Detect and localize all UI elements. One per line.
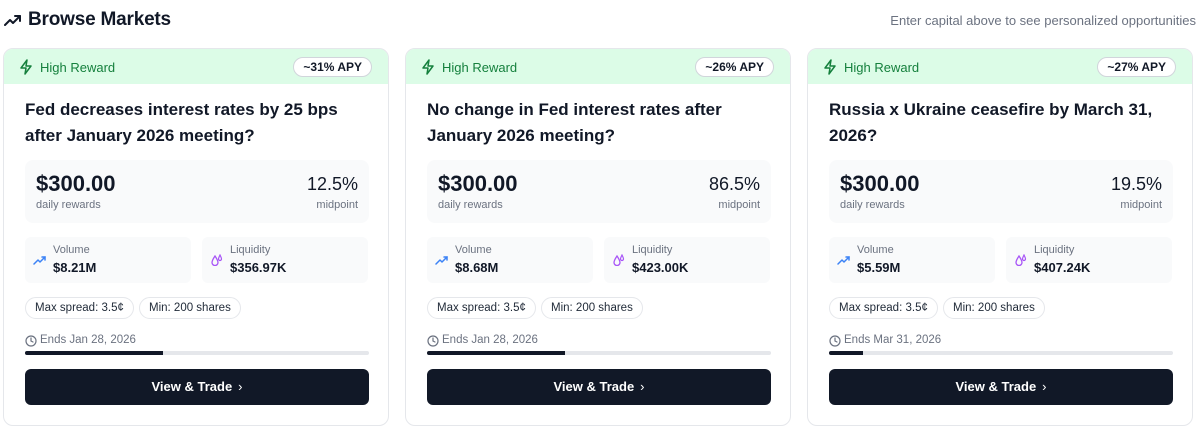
min-shares-chip: Min: 200 shares [541,297,643,319]
daily-reward-label: daily rewards [36,199,101,211]
volume-value: $5.59M [857,260,901,275]
chevron-right-icon: › [640,379,645,394]
max-spread-chip: Max spread: 3.5¢ [25,297,134,319]
clock-icon [829,335,841,347]
daily-reward-amount: $300.00 [840,171,920,196]
midpoint-label: midpoint [718,199,760,211]
rewards-panel: $300.00 daily rewards 86.5% midpoint [427,160,771,223]
volume-value: $8.68M [455,260,499,275]
droplets-icon [613,254,625,266]
volume-trend-icon [837,256,850,265]
liquidity-label: Liquidity [632,244,673,256]
liquidity-stat: Liquidity $423.00K [604,237,770,283]
liquidity-label: Liquidity [1034,244,1075,256]
midpoint-value: 19.5% [1110,174,1162,194]
volume-label: Volume [857,244,894,256]
reward-badge: High Reward [40,60,116,75]
view-trade-button[interactable]: View & Trade › [427,369,771,405]
volume-label: Volume [455,244,492,256]
market-card[interactable]: High Reward ~27% APY Russia x Ukraine ce… [807,48,1193,426]
clock-icon [25,335,37,347]
liquidity-value: $356.97K [230,260,287,275]
view-trade-button[interactable]: View & Trade › [25,369,369,405]
midpoint-label: midpoint [316,199,358,211]
rewards-panel: $300.00 daily rewards 12.5% midpoint [25,160,369,223]
chevron-right-icon: › [238,379,243,394]
end-date-text: Ends Jan 28, 2026 [442,334,538,346]
time-progress-bar [427,351,771,355]
rewards-panel: $300.00 daily rewards 19.5% midpoint [829,160,1173,223]
market-question[interactable]: Fed decreases interest rates by 25 bps a… [25,97,375,149]
bolt-icon [824,59,836,75]
page-title: Browse Markets [28,9,171,30]
liquidity-value: $407.24K [1034,260,1091,275]
market-card[interactable]: High Reward ~26% APY No change in Fed in… [405,48,791,426]
midpoint-label: midpoint [1120,199,1162,211]
midpoint-value: 86.5% [708,174,760,194]
bolt-icon [422,59,434,75]
market-question[interactable]: No change in Fed interest rates after Ja… [427,97,777,149]
midpoint-value: 12.5% [306,174,358,194]
chevron-right-icon: › [1042,379,1047,394]
liquidity-label: Liquidity [230,244,271,256]
droplets-icon [1015,254,1027,266]
clock-icon [427,335,439,347]
header-hint: Enter capital above to see personalized … [890,13,1196,28]
droplets-icon [211,254,223,266]
market-card[interactable]: High Reward ~31% APY Fed decreases inter… [3,48,389,426]
end-date-text: Ends Mar 31, 2026 [844,334,942,346]
volume-label: Volume [53,244,90,256]
max-spread-chip: Max spread: 3.5¢ [829,297,938,319]
reward-badge: High Reward [442,60,518,75]
market-question[interactable]: Russia x Ukraine ceasefire by March 31, … [829,97,1179,149]
min-shares-chip: Min: 200 shares [139,297,241,319]
view-trade-label: View & Trade [553,379,635,394]
apy-badge: ~31% APY [293,57,372,77]
liquidity-stat: Liquidity $407.24K [1006,237,1172,283]
time-progress-fill [829,351,864,355]
volume-stat: Volume $8.68M [427,237,593,283]
daily-reward-amount: $300.00 [438,171,518,196]
view-trade-label: View & Trade [151,379,233,394]
reward-badge: High Reward [844,60,920,75]
section-header: Browse Markets Enter capital above to se… [0,0,1200,44]
volume-value: $8.21M [53,260,97,275]
bolt-icon [20,59,32,75]
volume-stat: Volume $8.21M [25,237,191,283]
apy-badge: ~26% APY [695,57,774,77]
time-progress-fill [427,351,565,355]
min-shares-chip: Min: 200 shares [943,297,1045,319]
liquidity-value: $423.00K [632,260,689,275]
time-progress-bar [829,351,1173,355]
max-spread-chip: Max spread: 3.5¢ [427,297,536,319]
end-date-text: Ends Jan 28, 2026 [40,334,136,346]
daily-reward-amount: $300.00 [36,171,116,196]
view-trade-label: View & Trade [955,379,1037,394]
apy-badge: ~27% APY [1097,57,1176,77]
volume-trend-icon [435,256,448,265]
daily-reward-label: daily rewards [840,199,905,211]
daily-reward-label: daily rewards [438,199,503,211]
volume-trend-icon [33,256,46,265]
view-trade-button[interactable]: View & Trade › [829,369,1173,405]
trending-up-icon [4,15,21,26]
time-progress-bar [25,351,369,355]
liquidity-stat: Liquidity $356.97K [202,237,368,283]
volume-stat: Volume $5.59M [829,237,995,283]
time-progress-fill [25,351,163,355]
